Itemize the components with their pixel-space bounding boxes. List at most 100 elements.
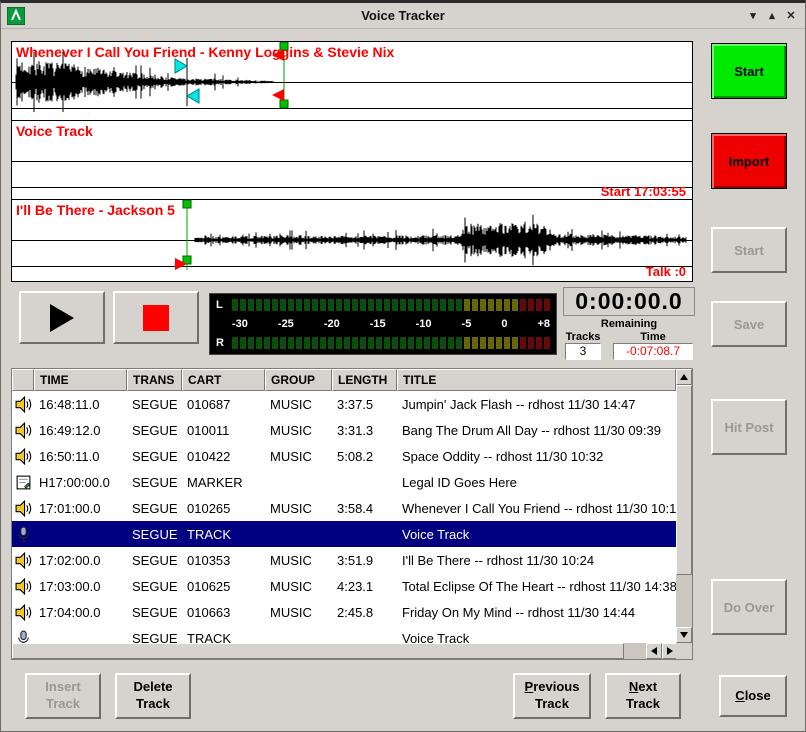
- speaker-icon: [12, 500, 34, 517]
- log-row[interactable]: 16:48:11.0SEGUE010687MUSIC3:37.5Jumpin' …: [12, 391, 676, 417]
- log-row[interactable]: 17:03:00.0SEGUE010625MUSIC4:23.1Total Ec…: [12, 573, 676, 599]
- meter-segment: [392, 337, 398, 349]
- column-header-title[interactable]: TITLE: [397, 369, 676, 391]
- vertical-scroll-thumb[interactable]: [676, 385, 692, 575]
- cell-title: Voice Track: [397, 631, 676, 644]
- start-button-secondary[interactable]: Start: [711, 227, 787, 273]
- remaining-label: Remaining: [563, 318, 695, 330]
- meter-segment: [440, 337, 446, 349]
- column-header-cart[interactable]: CART: [182, 369, 265, 391]
- column-header-group[interactable]: GROUP: [265, 369, 332, 391]
- save-button[interactable]: Save: [711, 301, 787, 347]
- next-track-button[interactable]: Next Track: [605, 673, 681, 719]
- meter-segment: [416, 337, 422, 349]
- speaker-icon: [12, 448, 34, 465]
- previous-track-button[interactable]: Previous Track: [513, 673, 591, 719]
- start-button[interactable]: Start: [711, 43, 787, 99]
- do-over-button[interactable]: Do Over: [711, 579, 787, 635]
- hit-post-button[interactable]: Hit Post: [711, 399, 787, 455]
- right-arrow-icon: [667, 647, 673, 655]
- speaker-icon: [12, 396, 34, 413]
- column-header-time[interactable]: TIME: [34, 369, 127, 391]
- button-label: Close: [735, 688, 770, 705]
- meter-segment: [280, 299, 286, 311]
- column-header-length[interactable]: LENGTH: [332, 369, 397, 391]
- cell-cart: 010353: [182, 553, 265, 568]
- meter-segment: [240, 299, 246, 311]
- log-row[interactable]: 16:50:11.0SEGUE010422MUSIC5:08.2Space Od…: [12, 443, 676, 469]
- end-marker-handle-bottom[interactable]: [280, 100, 288, 108]
- cell-cart: 010625: [182, 579, 265, 594]
- meter-segment: [320, 299, 326, 311]
- remaining-time-label: Time: [613, 331, 693, 343]
- cell-trans: SEGUE: [127, 553, 182, 568]
- play-button[interactable]: [19, 291, 105, 344]
- log-row[interactable]: 16:49:12.0SEGUE010011MUSIC3:31.3Bang The…: [12, 417, 676, 443]
- waveform-panel-next-track[interactable]: I'll Be There - Jackson 5 Talk :0: [12, 200, 692, 279]
- meter-segment: [320, 337, 326, 349]
- scroll-left-button[interactable]: [646, 643, 662, 659]
- horizontal-scrollbar[interactable]: [12, 643, 676, 659]
- divider-line: [12, 187, 692, 188]
- column-header-trans[interactable]: TRANS: [127, 369, 182, 391]
- meter-segment: [512, 299, 518, 311]
- up-arrow-icon: [680, 374, 688, 380]
- meter-segment: [232, 299, 238, 311]
- talk-end-marker[interactable]: [187, 89, 199, 103]
- minimize-icon[interactable]: ▾: [745, 8, 761, 24]
- meter-segment: [408, 337, 414, 349]
- log-row[interactable]: H17:00:00.0SEGUEMARKERLegal ID Goes Here: [12, 469, 676, 495]
- cell-group: MUSIC: [265, 397, 332, 412]
- cell-group: MUSIC: [265, 501, 332, 516]
- cell-length: 3:58.4: [332, 501, 397, 516]
- maximize-icon[interactable]: ▴: [764, 8, 780, 24]
- insert-track-button[interactable]: Insert Track: [25, 673, 101, 719]
- meter-segment: [376, 337, 382, 349]
- meter-segment: [360, 299, 366, 311]
- delete-track-button[interactable]: Delete Track: [115, 673, 191, 719]
- meter-segment: [264, 299, 270, 311]
- meter-segment: [480, 299, 486, 311]
- meter-segment: [480, 337, 486, 349]
- meter-segment: [344, 337, 350, 349]
- cell-cart: TRACK: [182, 527, 265, 542]
- scroll-up-button[interactable]: [676, 369, 692, 385]
- log-row[interactable]: SEGUETRACKVoice Track: [12, 521, 676, 547]
- log-table: TIMETRANSCARTGROUPLENGTHTITLE 16:48:11.0…: [11, 368, 693, 660]
- meter-segment: [304, 337, 310, 349]
- segue-marker-top[interactable]: [272, 49, 284, 61]
- close-window-icon[interactable]: ✕: [783, 8, 799, 24]
- meter-segment: [520, 299, 526, 311]
- meter-segment: [464, 299, 470, 311]
- stop-button[interactable]: [113, 291, 199, 344]
- meter-segment: [416, 299, 422, 311]
- waveform-panel-voice-track[interactable]: Voice Track Start 17:03:55: [12, 121, 692, 200]
- cell-title: Voice Track: [397, 527, 676, 542]
- cell-title: Total Eclipse Of The Heart -- rdhost 11/…: [397, 579, 676, 594]
- horizontal-scroll-thumb[interactable]: [12, 643, 624, 659]
- meter-scale-label: -30: [232, 318, 248, 330]
- scroll-down-button[interactable]: [676, 627, 692, 643]
- talk-start-marker[interactable]: [175, 59, 187, 73]
- meter-segment: [272, 337, 278, 349]
- column-header-icon[interactable]: [12, 369, 34, 391]
- end-marker-handle-top[interactable]: [280, 42, 288, 50]
- log-row[interactable]: 17:04:00.0SEGUE010663MUSIC2:45.8Friday O…: [12, 599, 676, 625]
- cell-cart: 010687: [182, 397, 265, 412]
- meter-scale-label: -15: [370, 318, 386, 330]
- close-button[interactable]: Close: [719, 675, 787, 717]
- marker-icon: [12, 474, 34, 491]
- start-marker-handle-top[interactable]: [183, 200, 191, 208]
- import-button[interactable]: Import: [711, 133, 787, 189]
- segue-marker-bottom[interactable]: [272, 89, 284, 101]
- log-row[interactable]: SEGUETRACKVoice Track: [12, 625, 676, 643]
- meter-segment: [232, 337, 238, 349]
- log-row[interactable]: 17:01:00.0SEGUE010265MUSIC3:58.4Whenever…: [12, 495, 676, 521]
- meter-segment: [472, 299, 478, 311]
- time-display: 0:00:00.0: [563, 287, 695, 316]
- vertical-scrollbar[interactable]: [676, 369, 692, 643]
- remaining-time-value: -0:07:08.7: [613, 343, 693, 360]
- waveform-panel-previous-track[interactable]: Whenever I Call You Friend - Kenny Loggi…: [12, 42, 692, 121]
- meter-segment: [296, 299, 302, 311]
- log-row[interactable]: 17:02:00.0SEGUE010353MUSIC3:51.9I'll Be …: [12, 547, 676, 573]
